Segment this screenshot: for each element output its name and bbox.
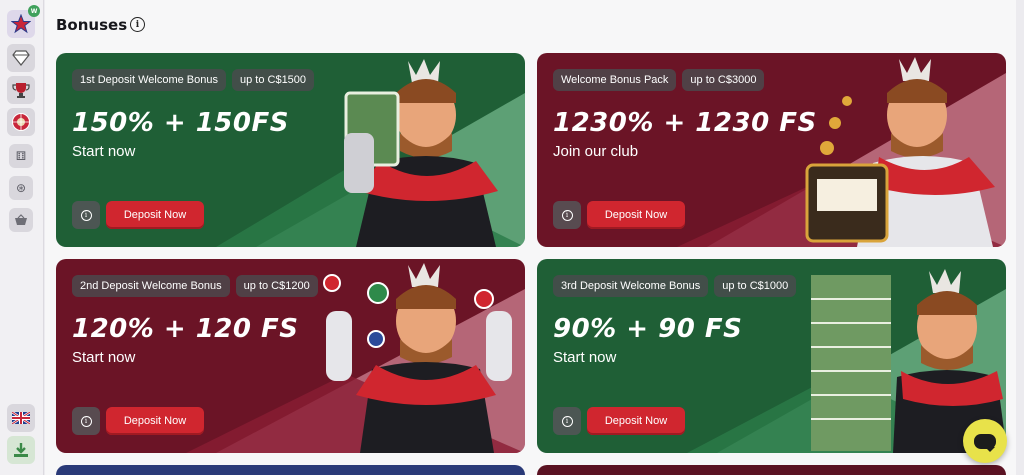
info-icon: i — [80, 209, 92, 221]
bonus-amount-chip: up to C$1000 — [714, 275, 797, 297]
card-info-button[interactable]: i — [553, 407, 581, 435]
notification-badge: W — [28, 5, 40, 17]
bonus-amount-chip: up to C$1200 — [235, 275, 318, 297]
trophy-icon[interactable] — [7, 76, 35, 104]
bonus-type-chip: 2nd Deposit Welcome Bonus — [72, 275, 230, 297]
live-chat-button[interactable] — [963, 419, 1007, 463]
bonus-type-chip: Welcome Bonus Pack — [553, 69, 677, 91]
bonus-amount-chip: up to C$1500 — [231, 69, 315, 91]
bonus-card-2[interactable]: Welcome Bonus Pack up to C$3000 1230% + … — [537, 53, 1006, 247]
bonus-headline: 1230% + 1230 FS — [553, 108, 817, 138]
bonus-amount-chip: up to C$3000 — [682, 69, 765, 91]
bonus-card-4[interactable]: 3rd Deposit Welcome Bonus up to C$1000 9… — [537, 259, 1006, 453]
bonus-card-6-partial[interactable] — [537, 465, 1006, 475]
roulette-icon[interactable] — [7, 108, 35, 136]
knight-mascot-image — [344, 59, 498, 247]
bonus-subline: Join our club — [553, 143, 639, 160]
star-logo-icon[interactable]: W — [7, 5, 40, 38]
card-chips: 3rd Deposit Welcome Bonus up to C$1000 — [553, 275, 797, 297]
card-info-button[interactable]: i — [553, 201, 581, 229]
knight-mascot-image — [805, 57, 995, 247]
sidebar: W ⚅ ⊛ — [0, 0, 44, 475]
info-icon: i — [561, 209, 573, 221]
card-chips: Welcome Bonus Pack up to C$3000 — [553, 69, 765, 91]
bonus-subline: Start now — [553, 349, 617, 366]
chip-icon[interactable]: ⊛ — [9, 176, 33, 200]
star-logo-icon-shape — [11, 14, 31, 34]
uk-flag-icon[interactable] — [7, 404, 35, 432]
bonus-card-5-partial[interactable] — [56, 465, 525, 475]
bonus-card-1[interactable]: 1st Deposit Welcome Bonus up to C$1500 1… — [56, 53, 525, 247]
deposit-now-button[interactable]: Deposit Now — [106, 407, 204, 435]
bonus-headline: 90% + 90 FS — [553, 314, 743, 344]
page-title: Bonuses — [56, 16, 128, 34]
info-icon[interactable]: i — [130, 17, 145, 32]
card-info-button[interactable]: i — [72, 201, 100, 229]
basket-icon[interactable] — [9, 208, 33, 232]
knight-mascot-image — [323, 263, 512, 453]
dice-icon[interactable]: ⚅ — [9, 144, 33, 168]
card-info-button[interactable]: i — [72, 407, 100, 435]
bonus-headline: 120% + 120 FS — [72, 314, 299, 344]
download-icon[interactable] — [7, 436, 35, 464]
bonus-headline: 150% + 150FS — [72, 108, 289, 138]
info-icon: i — [561, 415, 573, 427]
deposit-now-button[interactable]: Deposit Now — [587, 201, 685, 229]
bonus-card-3[interactable]: 2nd Deposit Welcome Bonus up to C$1200 1… — [56, 259, 525, 453]
info-icon: i — [80, 415, 92, 427]
bonus-subline: Start now — [72, 143, 136, 160]
bonus-type-chip: 3rd Deposit Welcome Bonus — [553, 275, 709, 297]
card-chips: 2nd Deposit Welcome Bonus up to C$1200 — [72, 275, 318, 297]
diamond-icon[interactable] — [7, 44, 35, 72]
chat-bubble-icon — [974, 433, 996, 452]
bonus-subline: Start now — [72, 349, 136, 366]
bonus-type-chip: 1st Deposit Welcome Bonus — [72, 69, 226, 91]
card-chips: 1st Deposit Welcome Bonus up to C$1500 — [72, 69, 315, 91]
deposit-now-button[interactable]: Deposit Now — [106, 201, 204, 229]
deposit-now-button[interactable]: Deposit Now — [587, 407, 685, 435]
